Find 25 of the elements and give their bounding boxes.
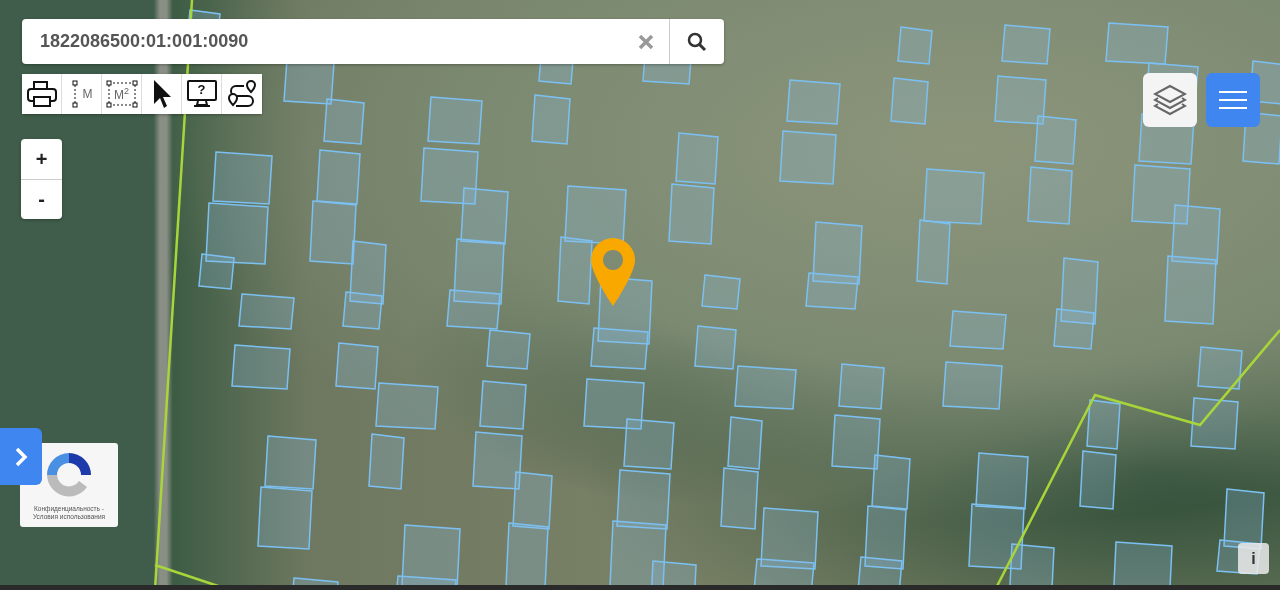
cursor-icon — [151, 79, 172, 109]
distance-tool-button[interactable]: M — [62, 74, 102, 114]
chevron-right-icon — [14, 446, 28, 467]
close-icon — [638, 33, 654, 50]
info-button[interactable]: i — [1238, 543, 1269, 574]
dotted-square-icon — [106, 80, 138, 108]
area-tool-button[interactable]: M$^{2}$ — [102, 74, 142, 114]
dotted-line-icon — [70, 80, 79, 108]
route-icon — [227, 80, 257, 108]
area-label: M$^{2}$ — [114, 87, 129, 101]
print-tool-button[interactable] — [22, 74, 62, 114]
pointer-tool-button[interactable] — [142, 74, 182, 114]
route-tool-button[interactable] — [222, 74, 262, 114]
zoom-out-button[interactable]: - — [21, 179, 62, 219]
location-pin-icon — [591, 238, 635, 306]
help-tool-button[interactable]: ? — [182, 74, 222, 114]
distance-label: M — [82, 88, 93, 100]
zoom-in-button[interactable]: + — [21, 139, 62, 179]
layers-icon — [1153, 83, 1187, 117]
menu-icon — [1219, 90, 1247, 110]
search-icon — [687, 31, 707, 52]
printer-icon — [26, 81, 57, 107]
sidebar-toggle-button[interactable] — [0, 428, 42, 485]
menu-button[interactable] — [1206, 73, 1260, 127]
layers-button[interactable] — [1143, 73, 1197, 127]
